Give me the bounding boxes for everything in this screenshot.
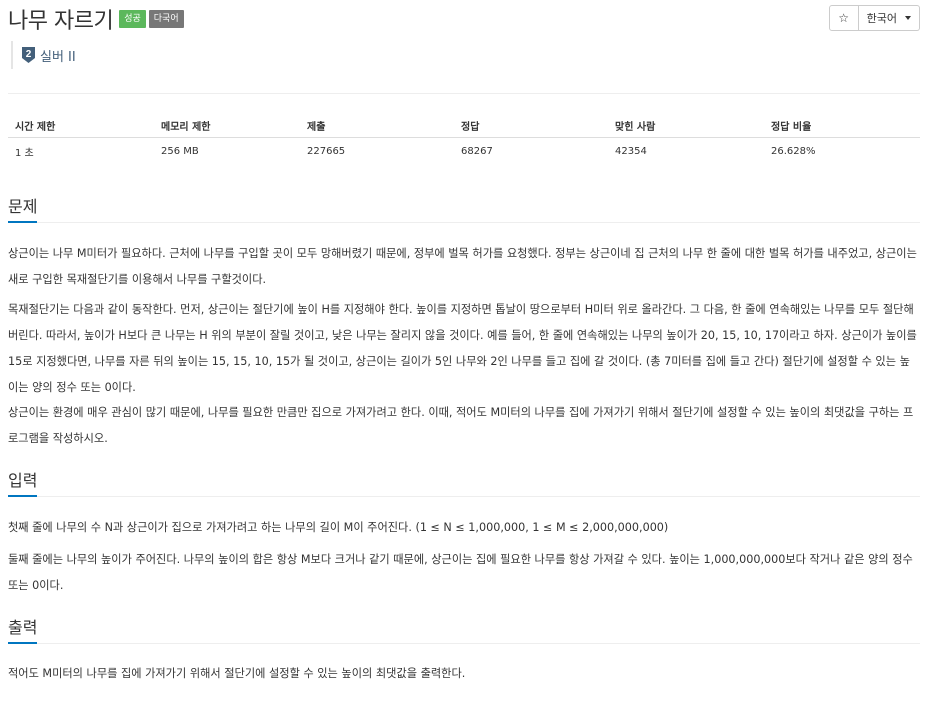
input-paragraph-1: 첫째 줄에 나무의 수 N과 상근이가 집으로 가져가려고 하는 나무의 길이 … (8, 521, 669, 534)
table-row: 1 초 256 MB 227665 68267 42354 26.628% (8, 138, 920, 165)
problem-info-table: 시간 제한 메모리 제한 제출 정답 맞힌 사람 정답 비율 1 초 256 M… (8, 113, 920, 164)
problem-paragraph-2: 목재절단기는 다음과 같이 동작한다. 먼저, 상근이는 절단기에 높이 H를 … (8, 303, 917, 394)
solvers-value[interactable]: 42354 (608, 138, 764, 165)
time-limit-value: 1 초 (15, 147, 34, 159)
header-accept-ratio: 정답 비율 (764, 113, 920, 138)
input-heading: 입력 (8, 467, 38, 497)
input-paragraph-2: 둘째 줄에는 나무의 높이가 주어진다. 나무의 높이의 합은 항상 M보다 크… (8, 553, 913, 592)
table-header-row: 시간 제한 메모리 제한 제출 정답 맞힌 사람 정답 비율 (8, 113, 920, 138)
multilingual-badge: 다국어 (148, 10, 184, 28)
language-label: 한국어 (866, 12, 897, 25)
divider (8, 93, 920, 94)
output-paragraph-1: 적어도 M미터의 나무를 집에 가져가기 위해서 절단기에 설정할 수 있는 높… (8, 667, 466, 680)
accept-ratio-value: 26.628% (771, 145, 816, 157)
silver-tier-icon: 2 (22, 47, 35, 63)
input-section-header: 입력 (8, 467, 920, 497)
tier-link[interactable]: 실버 II (40, 46, 76, 65)
language-dropdown[interactable]: 한국어 (858, 5, 920, 31)
problem-paragraph-1: 상근이는 나무 M미터가 필요하다. 근처에 나무를 구입할 곳이 모두 망해버… (8, 247, 917, 286)
problem-paragraph-3: 상근이는 환경에 매우 관심이 많기 때문에, 나무를 필요한 만큼만 집으로 … (8, 406, 914, 445)
submissions-value[interactable]: 227665 (300, 138, 454, 165)
tier-row: 2 실버 II (11, 41, 76, 69)
memory-limit-value: 256 MB (161, 145, 199, 157)
tier-icon-number: 2 (26, 49, 32, 60)
star-button[interactable]: ☆ (828, 5, 859, 31)
success-badge: 성공 (119, 10, 146, 28)
header-solvers: 맞힌 사람 (608, 113, 764, 138)
header-time-limit: 시간 제한 (8, 113, 154, 138)
top-controls: ☆ 한국어 (828, 5, 920, 31)
star-icon: ☆ (838, 11, 849, 25)
page-title: 나무 자르기 (8, 9, 114, 34)
header-memory-limit: 메모리 제한 (154, 113, 300, 138)
header-accepted: 정답 (454, 113, 608, 138)
output-section-header: 출력 (8, 614, 920, 644)
header-submissions: 제출 (300, 113, 454, 138)
problem-heading: 문제 (8, 193, 38, 223)
title-row: 나무 자르기 성공 다국어 (8, 4, 184, 34)
accepted-value[interactable]: 68267 (454, 138, 608, 165)
caret-down-icon (905, 16, 911, 20)
problem-section-header: 문제 (8, 193, 920, 223)
output-heading: 출력 (8, 614, 38, 644)
